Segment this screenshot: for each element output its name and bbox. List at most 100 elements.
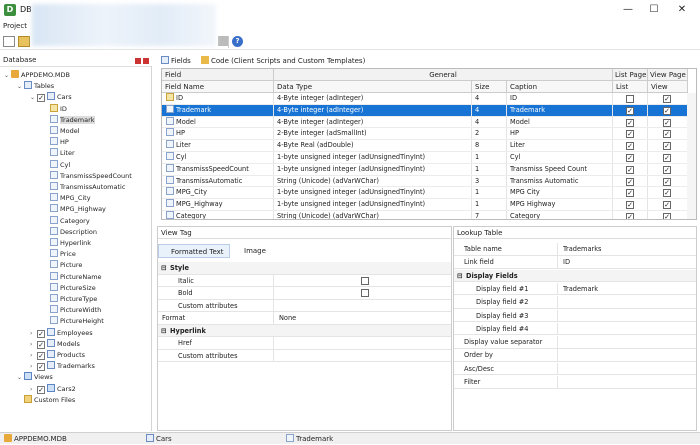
property-row[interactable]: Display field #1 Trademark [454,282,696,296]
cell-data-type[interactable]: 4-Byte integer (adInteger) [274,93,472,104]
tree-node[interactable]: › ✓ Products [30,350,85,361]
cell-data-type[interactable]: 1-byte unsigned integer (adUnsignedTinyI… [274,163,472,175]
tree-node[interactable]: Cyl [43,159,70,171]
cell-size[interactable]: 2 [472,128,507,140]
collapse-icon[interactable]: ⊟ [457,270,463,283]
col-field-name[interactable]: Field Name [162,81,274,93]
tree-node[interactable]: Hyperlink [43,238,91,249]
table-row[interactable]: HP 2-Byte integer (adSmallInt) 2 HP ✓ ✓ [162,128,696,141]
cell-size[interactable]: 4 [472,104,507,116]
tree-node[interactable]: TransmissSpeedCount [43,170,132,182]
tree-node-checkbox[interactable]: ✓ [37,329,45,338]
grid-checkbox[interactable]: ✓ [663,213,671,219]
grid-checkbox[interactable]: ✓ [626,201,634,210]
cell-caption[interactable]: MPG City [507,187,613,199]
property-row[interactable]: Custom attributes [158,349,451,362]
cell-caption[interactable]: Trademark [507,104,613,116]
property-category[interactable]: ⊟ Display Fields [454,269,696,283]
expander-icon[interactable]: › [30,328,37,339]
property-row[interactable]: Display field #3 [454,309,696,322]
table-row[interactable]: Category String (Unicode) (adVarWChar) 7 Ca… [162,211,696,219]
cell-caption[interactable]: MPG Highway [507,199,613,210]
panel-close-icon[interactable] [143,58,149,64]
tree-node[interactable]: HP [43,137,69,148]
tree-node[interactable]: MPG_Highway [43,204,106,215]
cell-caption[interactable]: Model [507,116,613,128]
toolbar-tool-icon[interactable] [218,36,228,46]
tree-node[interactable]: Liter [43,148,75,159]
cell-data-type[interactable]: 4-Byte integer (adInteger) [274,104,472,116]
cell-size[interactable]: 3 [472,175,507,187]
tree-node-checkbox[interactable]: ✓ [37,385,45,394]
grid-checkbox[interactable]: ✓ [626,142,634,151]
property-row[interactable]: Order by [454,349,696,362]
tab-formatted-text[interactable]: Formatted Text [158,244,230,258]
grid-checkbox[interactable]: ✓ [663,95,671,103]
tree-node[interactable]: Picture [43,260,82,271]
tree-node-checkbox[interactable]: ✓ [37,94,45,103]
property-value[interactable]: None [276,312,296,325]
maximize-button[interactable]: ☐ [640,0,668,20]
table-row[interactable]: MPG_City 1-byte unsigned integer (adUnsig… [162,187,696,200]
pin-icon[interactable] [135,58,141,64]
col-size[interactable]: Size [472,81,507,93]
grid-checkbox[interactable]: ✓ [626,189,634,198]
grid-scrollbar[interactable] [687,93,696,219]
tab-code[interactable]: Code (Client Scripts and Custom Template… [201,56,365,65]
cell-data-type[interactable]: 1-byte unsigned integer (adUnsignedTinyI… [274,152,472,163]
cell-caption[interactable]: HP [507,128,613,140]
property-category[interactable]: ⊟ Style [158,262,451,275]
cell-caption[interactable]: Liter [507,140,613,151]
grid-checkbox[interactable]: ✓ [663,130,671,139]
tree-node[interactable]: Model [43,126,80,137]
cell-caption[interactable]: Transmiss Automatic [507,175,613,187]
grid-checkbox[interactable]: ✓ [663,165,671,174]
expander-icon[interactable]: ⌄ [4,70,11,81]
tree-node[interactable]: ⌄ APPDEMO.MDB [4,70,70,81]
property-checkbox[interactable] [361,276,369,285]
expander-icon[interactable]: ⌄ [17,81,24,92]
table-row[interactable]: Liter 4-Byte Real (adDouble) 8 Liter ✓ ✓ [162,140,696,152]
help-icon[interactable]: ? [232,36,243,47]
tree-node[interactable]: Description [43,226,97,238]
property-row[interactable]: Display field #4 [454,322,696,336]
cell-data-type[interactable]: 4-Byte Real (adDouble) [274,140,472,151]
grid-checkbox[interactable]: ✓ [626,165,634,174]
tab-image[interactable]: Image [232,244,266,258]
property-row[interactable]: Display value separator [454,336,696,349]
col-data-type[interactable]: Data Type [274,81,472,93]
grid-checkbox[interactable]: ✓ [626,154,634,162]
property-value[interactable]: Trademark [560,283,598,296]
tree-node[interactable]: PictureSize [43,282,96,294]
tree-node[interactable]: PictureHeight [43,316,104,327]
table-row[interactable]: TransmissSpeedCount 1-byte unsigned integ… [162,163,696,176]
cell-data-type[interactable]: 1-byte unsigned integer (adUnsignedTinyI… [274,199,472,210]
expander-icon[interactable]: › [30,361,37,372]
tree-node[interactable]: › ✓ Employees [30,327,93,339]
grid-checkbox[interactable]: ✓ [663,142,671,151]
cell-data-type[interactable]: 4-Byte integer (adInteger) [274,116,472,128]
table-row[interactable]: ID 4-Byte integer (adInteger) 4 ID ✓ [162,93,696,105]
tree-node[interactable]: ⌄ ✓ Cars [30,92,72,103]
expander-icon[interactable]: › [30,350,37,361]
grid-checkbox[interactable] [626,95,634,103]
close-button[interactable]: ✕ [668,0,696,20]
cell-data-type[interactable]: String (Unicode) (adVarWChar) [274,211,472,219]
grid-checkbox[interactable]: ✓ [626,213,634,219]
expander-icon[interactable]: ⌄ [30,92,37,103]
cell-size[interactable]: 8 [472,140,507,151]
grid-checkbox[interactable]: ✓ [626,177,634,186]
table-row[interactable]: Trademark 4-Byte integer (adInteger) 4 Trad… [162,104,696,117]
property-row[interactable]: Bold [158,287,451,300]
grid-checkbox[interactable]: ✓ [626,118,634,127]
new-project-icon[interactable] [3,36,15,47]
tree-node[interactable]: PictureWidth [43,305,101,316]
tree-node[interactable]: ⌄ Views [17,372,53,383]
table-row[interactable]: Model 4-Byte integer (adInteger) 4 Model ✓ ✓ [162,116,696,129]
grid-checkbox[interactable]: ✓ [663,201,671,210]
table-row[interactable]: TransmissAutomatic String (Unicode) (adVa… [162,175,696,188]
tree-node-checkbox[interactable]: ✓ [37,363,45,372]
property-row[interactable]: Filter [454,376,696,389]
tab-fields[interactable]: Fields [161,56,191,65]
collapse-icon[interactable]: ⊟ [161,325,167,338]
